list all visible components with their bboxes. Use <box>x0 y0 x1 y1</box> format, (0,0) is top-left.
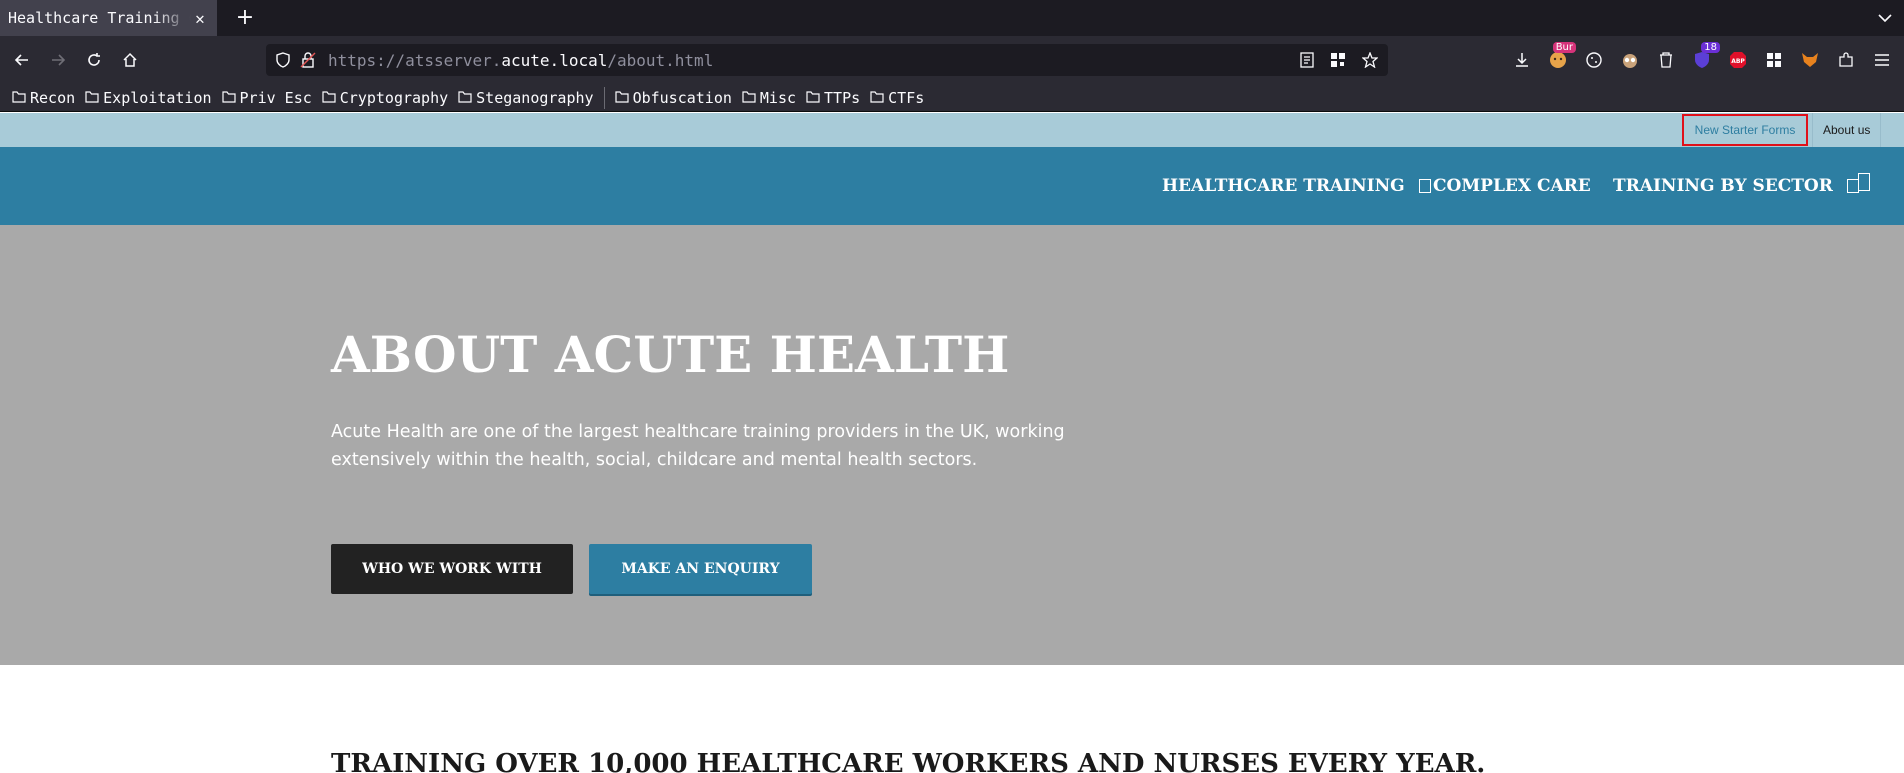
address-bar[interactable]: https://atsserver. acute.local/about.html <box>266 44 1388 76</box>
folder-icon <box>85 89 99 107</box>
folder-icon <box>614 89 629 107</box>
hero-section: ABOUT ACUTE HEALTH Acute Health are one … <box>0 225 1904 665</box>
menu-icon[interactable] <box>1870 48 1894 72</box>
folder-icon <box>221 89 236 107</box>
folder-icon <box>458 89 472 107</box>
utility-bar: New Starter Forms About us <box>0 113 1904 147</box>
search-toggle-icon[interactable] <box>1858 173 1870 191</box>
web-page: New Starter Forms About us HEALTHCARE TR… <box>0 113 1904 773</box>
bookmark-label: Cryptography <box>339 88 449 107</box>
reader-view-icon[interactable] <box>1300 52 1314 68</box>
folder-icon <box>12 89 26 107</box>
fox-icon[interactable] <box>1798 48 1822 72</box>
bookmark-folder-cryptography[interactable]: Cryptography <box>322 89 448 107</box>
back-icon[interactable] <box>10 48 34 72</box>
url-domain: acute.local <box>501 50 608 70</box>
nav-training-by-sector[interactable]: TRAINING BY SECTOR <box>1613 147 1859 225</box>
new-starter-forms-link[interactable]: New Starter Forms <box>1682 114 1808 146</box>
navigation-toolbar: https://atsserver. acute.local/about.html… <box>0 36 1904 84</box>
tab-title: Healthcare Training C <box>8 9 191 27</box>
bookmark-folder-obfuscation[interactable]: Obfuscation <box>614 88 732 107</box>
owl-icon[interactable] <box>1618 48 1642 72</box>
dropdown-caret-icon <box>1418 179 1431 193</box>
nav-label: TRAINING BY SECTOR <box>1613 176 1833 196</box>
bookmark-label: TTPs <box>824 88 861 107</box>
bookmark-folder-ctfs[interactable]: CTFs <box>870 89 924 107</box>
nav-label: COMPLEX CARE <box>1433 176 1591 196</box>
page-title: ABOUT ACUTE HEALTH <box>331 325 1010 384</box>
bookmark-folder-steganography[interactable]: Steganography <box>458 88 594 107</box>
trash-icon[interactable] <box>1654 48 1678 72</box>
bookmark-label: Exploitation <box>103 88 212 107</box>
folder-icon <box>870 89 884 107</box>
forward-icon[interactable] <box>46 48 70 72</box>
extension-badge-count: 18 <box>1701 42 1720 53</box>
grid-icon[interactable] <box>1762 48 1786 72</box>
nav-healthcare-training[interactable]: HEALTHCARE TRAINING <box>1162 147 1431 225</box>
reload-icon[interactable] <box>82 48 106 72</box>
extensions-toolbar: Bur 18 ABP <box>1510 42 1894 72</box>
url-path: /about.html <box>607 50 714 70</box>
bookmark-folder-recon[interactable]: Recon <box>12 89 75 107</box>
url-scheme: https:// <box>328 50 406 70</box>
bookmark-label: Misc <box>759 88 797 107</box>
bookmark-label: Steganography <box>476 88 594 107</box>
bookmark-folder-misc[interactable]: Misc <box>742 89 796 107</box>
list-tabs-icon[interactable] <box>1878 8 1892 27</box>
browser-tab[interactable]: Healthcare Training C ✕ <box>0 0 217 36</box>
make-an-enquiry-button[interactable]: MAKE AN ENQUIRY <box>589 544 812 594</box>
insecure-lock-icon[interactable] <box>300 52 316 68</box>
folder-icon <box>322 89 336 107</box>
bookmarks-separator <box>603 86 605 109</box>
puzzle-icon[interactable] <box>1834 48 1858 72</box>
close-tab-icon[interactable]: ✕ <box>191 9 209 28</box>
adblock-label: ABP <box>1731 58 1745 65</box>
nav-complex-care[interactable]: COMPLEX CARE <box>1433 147 1591 225</box>
bookmark-folder-ttps[interactable]: TTPs <box>806 89 860 107</box>
hero-description: Acute Health are one of the largest heal… <box>331 422 1065 470</box>
bookmark-label: Priv Esc <box>239 88 312 107</box>
about-us-link[interactable]: About us <box>1812 113 1882 147</box>
main-navigation: HEALTHCARE TRAINING COMPLEX CARE TRAININ… <box>0 147 1904 225</box>
adblock-icon[interactable]: ABP <box>1726 48 1750 72</box>
shield-icon[interactable] <box>276 52 290 68</box>
bookmark-star-icon[interactable] <box>1362 52 1378 68</box>
who-we-work-with-button[interactable]: WHO WE WORK WITH <box>331 544 573 594</box>
bookmark-folder-priv-esc[interactable]: Priv Esc <box>221 88 312 107</box>
home-icon[interactable] <box>118 48 142 72</box>
ublock-icon[interactable]: 18 <box>1690 42 1720 72</box>
extension-badge: Bur <box>1552 42 1576 53</box>
folder-icon <box>806 89 820 107</box>
bookmark-label: Recon <box>30 88 76 107</box>
cookie-icon[interactable] <box>1582 48 1606 72</box>
folder-icon <box>742 89 756 107</box>
url-subdomain: atsserver. <box>405 50 502 70</box>
tab-strip: Healthcare Training C ✕ + <box>0 0 1904 36</box>
cookie-face-icon[interactable]: Bur <box>1546 42 1576 72</box>
qr-code-icon[interactable] <box>1330 52 1346 68</box>
bookmark-label: Obfuscation <box>632 88 732 107</box>
bookmark-label: CTFs <box>888 88 925 107</box>
downloads-icon[interactable] <box>1510 48 1534 72</box>
nav-label: HEALTHCARE TRAINING <box>1162 176 1405 196</box>
bookmarks-toolbar: Recon Exploitation Priv Esc Cryptography Ste… <box>0 84 1904 112</box>
bookmark-folder-exploitation[interactable]: Exploitation <box>85 88 212 107</box>
new-tab-icon[interactable]: + <box>232 5 258 31</box>
section-heading: TRAINING OVER 10,000 HEALTHCARE WORKERS … <box>331 749 1486 773</box>
